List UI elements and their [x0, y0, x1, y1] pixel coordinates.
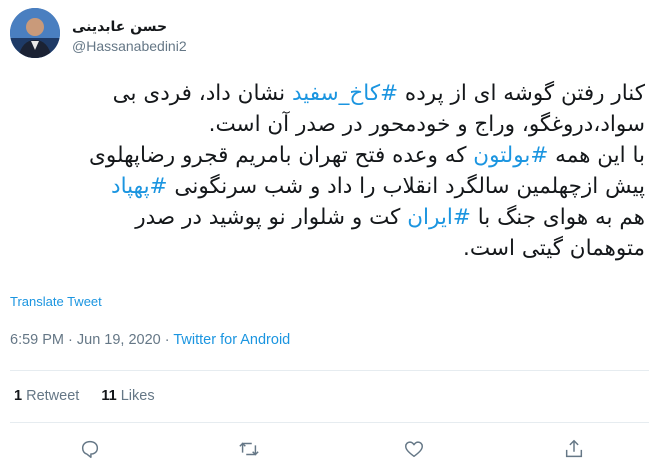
tweet-line: هم به هوای جنگ با #ایران کت و شلوار نو پ… — [10, 202, 645, 233]
hashtag-link[interactable]: #بولتون — [473, 143, 548, 168]
meta-separator-2: · — [160, 332, 174, 348]
tweet-text-segment: متوهمان گیتی است. — [463, 236, 645, 261]
author-display-name[interactable]: حسن عابدینی — [72, 18, 187, 36]
tweet-text-segment: پیش ازچهلمین سالگرد انقلاب را داد و شب س… — [167, 174, 645, 199]
likes-stat[interactable]: 11 Likes — [101, 388, 154, 404]
tweet-line: با این همه #بولتون که وعده فتح تهران بام… — [10, 140, 645, 171]
tweet-actions — [0, 434, 659, 468]
avatar[interactable] — [10, 8, 60, 58]
share-icon — [565, 439, 583, 458]
translate-tweet-link[interactable]: Translate Tweet — [10, 294, 102, 309]
tweet-line: متوهمان گیتی است. — [10, 233, 645, 264]
retweet-button[interactable] — [234, 434, 264, 464]
tweet-text-segment: سواد،دروغگو، وراج و خودمحور در صدر آن اس… — [208, 112, 645, 137]
likes-count: 11 — [101, 388, 117, 404]
tweet-text-segment: کنار رفتن گوشه ای از پرده — [398, 81, 645, 106]
share-button[interactable] — [559, 434, 589, 464]
tweet-text-segment: هم به هوای جنگ با — [470, 205, 645, 230]
author-handle[interactable]: @Hassanabedini2 — [72, 36, 187, 56]
reply-button[interactable] — [75, 434, 105, 464]
tweet-header: حسن عابدینی @Hassanabedini2 — [10, 8, 650, 58]
author-block: حسن عابدینی @Hassanabedini2 — [72, 18, 187, 56]
hashtag-link[interactable]: #پهپاد — [111, 174, 168, 199]
tweet-line: کنار رفتن گوشه ای از پرده #کاخ_سفید نشان… — [10, 78, 645, 109]
tweet-text: کنار رفتن گوشه ای از پرده #کاخ_سفید نشان… — [10, 78, 645, 264]
retweets-count: 1 — [14, 388, 23, 404]
divider — [10, 422, 649, 423]
tweet-time[interactable]: 6:59 PM — [10, 332, 64, 348]
hashtag-link[interactable]: #کاخ_سفید — [292, 81, 398, 106]
like-button[interactable] — [399, 434, 429, 464]
likes-label: Likes — [116, 388, 155, 404]
divider — [10, 370, 649, 371]
tweet-text-segment: کت و شلوار نو پوشید در صدر — [135, 205, 408, 230]
tweet-meta: 6:59 PM · Jun 19, 2020 · Twitter for And… — [10, 332, 290, 348]
retweets-label: Retweet — [22, 388, 80, 404]
like-icon — [405, 441, 423, 458]
tweet-date[interactable]: Jun 19, 2020 — [77, 332, 161, 348]
tweet-source-link[interactable]: Twitter for Android — [173, 332, 290, 348]
retweet-icon — [239, 442, 259, 456]
avatar-image — [10, 8, 60, 58]
tweet-line: سواد،دروغگو، وراج و خودمحور در صدر آن اس… — [10, 109, 645, 140]
hashtag-link[interactable]: #ایران — [407, 205, 471, 230]
tweet-stats: 1 Retweet 11 Likes — [14, 388, 173, 404]
reply-icon — [81, 440, 99, 458]
tweet-text-segment: نشان داد، فردی بی — [112, 81, 292, 106]
tweet-line: پیش ازچهلمین سالگرد انقلاب را داد و شب س… — [10, 171, 645, 202]
meta-separator: · — [64, 332, 77, 348]
tweet-text-segment: با این همه — [548, 143, 645, 168]
retweets-stat[interactable]: 1 Retweet — [14, 388, 79, 404]
tweet-text-segment: که وعده فتح تهران بامریم قجرو رضاپهلوی — [89, 143, 474, 168]
